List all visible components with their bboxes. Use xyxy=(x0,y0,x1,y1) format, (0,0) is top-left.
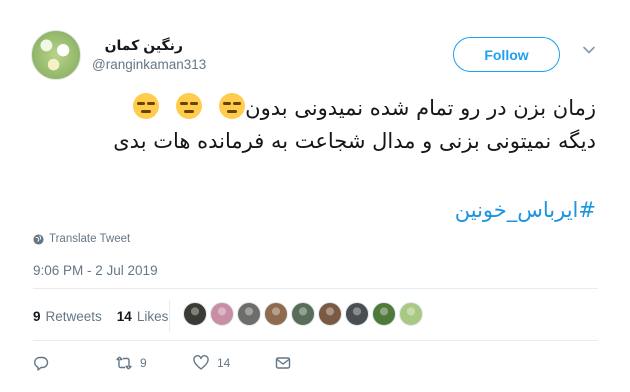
globe-icon xyxy=(33,233,44,245)
liker-avatar[interactable] xyxy=(372,302,396,326)
tweet-line-1: زمان بزن در رو تمام شده نمیدونی بدون xyxy=(36,92,596,125)
retweets-label: Retweets xyxy=(45,309,102,324)
liker-avatar[interactable] xyxy=(345,302,369,326)
unamused-face-emoji xyxy=(133,93,160,119)
timestamp[interactable]: 9:06 PM - 2 Jul 2019 xyxy=(33,263,158,278)
reply-button[interactable] xyxy=(33,355,49,371)
hashtag-link[interactable]: #ایرباس_خونین xyxy=(455,198,596,222)
translate-tweet-link[interactable]: Translate Tweet xyxy=(33,233,130,245)
chevron-down-icon[interactable] xyxy=(583,44,595,56)
tweet-line-1-text: زمان بزن در رو تمام شده نمیدونی بدون xyxy=(245,96,596,120)
unamused-face-emoji xyxy=(219,93,246,119)
liker-avatar[interactable] xyxy=(210,302,234,326)
tweet-actions: 9 14 xyxy=(33,355,333,377)
liker-avatar[interactable] xyxy=(183,302,207,326)
liker-avatar[interactable] xyxy=(399,302,423,326)
stats-separator xyxy=(169,300,170,332)
liker-avatar[interactable] xyxy=(264,302,288,326)
follow-button[interactable]: Follow xyxy=(453,37,560,72)
user-handle[interactable]: @ranginkaman313 xyxy=(92,57,206,72)
unamused-face-emoji xyxy=(176,93,203,119)
retweet-count: 9 xyxy=(140,356,147,370)
likes-count: 14 xyxy=(116,309,132,324)
likes-stat[interactable]: 14 Likes xyxy=(117,309,169,324)
tweet-text: زمان بزن در رو تمام شده نمیدونی بدون دیگ… xyxy=(36,92,596,158)
liker-avatar[interactable] xyxy=(318,302,342,326)
like-button[interactable]: 14 xyxy=(193,355,230,371)
display-name[interactable]: رنگین کمان xyxy=(105,37,183,54)
tweet-line-2: دیگه نمیتونی بزنی و مدال شجاعت به فرماند… xyxy=(113,129,596,153)
engagement-stats: 9 Retweets 14 Likes xyxy=(33,309,183,324)
liker-avatar[interactable] xyxy=(237,302,261,326)
retweet-button[interactable]: 9 xyxy=(116,355,147,371)
retweets-stat[interactable]: 9 Retweets xyxy=(33,309,102,324)
divider xyxy=(33,288,598,289)
avatar[interactable] xyxy=(31,30,81,80)
translate-label[interactable]: Translate Tweet xyxy=(49,233,130,245)
like-count: 14 xyxy=(217,356,231,370)
tweet-card: رنگین کمان @ranginkaman313 Follow زمان ب… xyxy=(0,0,630,392)
liker-avatar[interactable] xyxy=(291,302,315,326)
liker-avatars xyxy=(183,302,423,326)
retweet-icon xyxy=(116,356,132,370)
direct-message-button[interactable] xyxy=(275,355,291,371)
reply-icon xyxy=(34,356,49,371)
retweets-count: 9 xyxy=(33,309,41,324)
heart-icon xyxy=(193,355,209,370)
likes-label: Likes xyxy=(136,309,169,324)
direct-message-icon xyxy=(275,357,291,369)
divider xyxy=(33,340,598,341)
